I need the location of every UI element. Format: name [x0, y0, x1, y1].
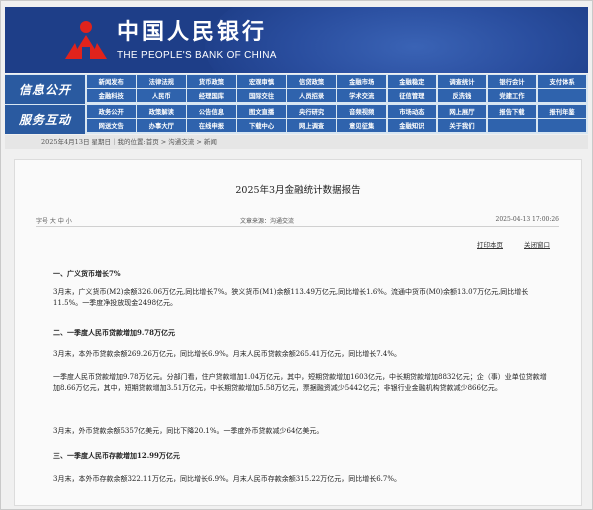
nav-grid-service: 政务公开 政策解读 公告信息 图文直播 央行研究 音频视频 市场动态 网上展厅 报告下载 报刊年鉴…	[87, 105, 588, 133]
nav-link[interactable]: 政务公开	[87, 105, 136, 118]
site-header-banner: 中国人民银行 THE PEOPLE'S BANK OF CHINA	[5, 7, 588, 73]
nav-row: 政务公开 政策解读 公告信息 图文直播 央行研究 音频视频 市场动态 网上展厅 报告下载 报刊年鉴	[87, 105, 588, 119]
nav-link[interactable]: 国际交往	[237, 89, 286, 102]
nav-link[interactable]: 办事大厅	[137, 119, 186, 132]
nav-link[interactable]: 公告信息	[187, 105, 236, 118]
nav-link[interactable]: 人民币	[137, 89, 186, 102]
print-page-link[interactable]: 打印本页	[477, 239, 503, 249]
nav-link[interactable]: 宏观审慎	[237, 75, 286, 88]
nav-link[interactable]: 银行会计	[487, 75, 537, 88]
section-heading: 三、一季度人民币存款增加12.99万亿元	[53, 451, 180, 460]
nav-empty-cell	[487, 119, 537, 132]
nav-link[interactable]: 报刊年鉴	[537, 105, 587, 118]
nav-link[interactable]: 下载中心	[237, 119, 286, 132]
nav-link[interactable]: 金融市场	[337, 75, 386, 88]
section-heading: 二、一季度人民币贷款增加9.78万亿元	[53, 328, 176, 337]
nav-link[interactable]: 音频视频	[337, 105, 386, 118]
nav-link[interactable]: 金融科技	[87, 89, 136, 102]
main-navigation: 信息公开 服务互动 新闻发布 法律法规 货币政策 宏观审慎 信贷政策 金融市场 金融稳定 调查…	[5, 74, 588, 134]
nav-link[interactable]: 意见征集	[337, 119, 386, 132]
article-paragraph: 3月末，本外币贷款余额269.26万亿元，同比增长6.9%。月末人民币贷款余额2…	[53, 350, 402, 358]
article-paragraph: 一季度人民币贷款增加9.78万亿元。分部门看，住户贷款增加1.04万亿元，其中，…	[53, 373, 547, 392]
article-source: 文章来源：沟通交流	[240, 218, 295, 225]
nav-link[interactable]: 人员招录	[287, 89, 336, 102]
breadcrumb-text[interactable]: 2025年4月13日 星期日｜我的位置:首页 > 沟通交流 > 新闻	[41, 138, 217, 146]
article-paragraph: 3月末，外币贷款余额5357亿美元，同比下降20.1%。一季度外币贷款减少64亿…	[53, 427, 324, 435]
nav-link[interactable]: 信贷政策	[287, 75, 336, 88]
article-meta: 字号 大 中 小 文章来源：沟通交流 2025-04-13 17:00:26	[36, 214, 559, 227]
nav-link[interactable]: 在线申报	[187, 119, 236, 132]
article-date: 2025-04-13 17:00:26	[495, 216, 559, 223]
nav-link[interactable]: 网上调查	[287, 119, 336, 132]
nav-link[interactable]: 关于我们	[437, 119, 487, 132]
nav-link[interactable]: 金融稳定	[387, 75, 437, 88]
article-paragraph: 3月末，本外币存款余额322.11万亿元，同比增长6.9%。月末人民币存款余额3…	[53, 475, 402, 483]
nav-row: 新闻发布 法律法规 货币政策 宏观审慎 信贷政策 金融市场 金融稳定 调查统计 银行会计 支付体系	[87, 75, 588, 89]
nav-link[interactable]: 党建工作	[487, 89, 537, 102]
nav-link[interactable]: 报告下载	[487, 105, 537, 118]
nav-section-service-label: 服务互动	[5, 105, 85, 134]
section-heading: 一、广义货币增长7%	[53, 269, 121, 278]
nav-link[interactable]: 金融知识	[387, 119, 437, 132]
article-title: 2025年3月金融统计数据报告	[235, 185, 361, 196]
nav-link[interactable]: 征信管理	[387, 89, 437, 102]
nav-link[interactable]: 经理国库	[187, 89, 236, 102]
nav-link[interactable]: 图文直播	[237, 105, 286, 118]
bank-name-chinese[interactable]: 中国人民银行	[117, 21, 267, 45]
nav-link[interactable]: 央行研究	[287, 105, 336, 118]
nav-empty-cell	[537, 89, 587, 102]
nav-link[interactable]: 调查统计	[437, 75, 487, 88]
close-window-link[interactable]: 关闭窗口	[524, 239, 550, 249]
pboc-emblem-icon[interactable]	[63, 19, 109, 63]
nav-section-info-label: 信息公开	[5, 75, 85, 104]
article-panel: 2025年3月金融统计数据报告 字号 大 中 小 文章来源：沟通交流 2025-…	[14, 159, 582, 506]
nav-grid-info: 新闻发布 法律法规 货币政策 宏观审慎 信贷政策 金融市场 金融稳定 调查统计 银行会计 支付体系…	[87, 75, 588, 103]
bank-name-english: THE PEOPLE'S BANK OF CHINA	[117, 50, 277, 61]
browser-page: 中国人民银行 THE PEOPLE'S BANK OF CHINA 信息公开 服…	[0, 0, 593, 510]
nav-link[interactable]: 政策解读	[137, 105, 186, 118]
nav-link[interactable]: 新闻发布	[87, 75, 136, 88]
breadcrumb: 2025年4月13日 星期日｜我的位置:首页 > 沟通交流 > 新闻	[5, 135, 588, 149]
nav-link[interactable]: 反洗钱	[437, 89, 487, 102]
font-size-selector[interactable]: 字号 大 中 小	[36, 216, 72, 225]
nav-link[interactable]: 网上展厅	[437, 105, 487, 118]
nav-link[interactable]: 学术交流	[337, 89, 386, 102]
nav-empty-cell	[537, 119, 587, 132]
nav-row: 金融科技 人民币 经理国库 国际交往 人员招录 学术交流 征信管理 反洗钱 党建工作	[87, 89, 588, 103]
nav-link[interactable]: 市场动态	[387, 105, 437, 118]
nav-link[interactable]: 支付体系	[537, 75, 587, 88]
nav-link[interactable]: 法律法规	[137, 75, 186, 88]
nav-row: 网送文告 办事大厅 在线申报 下载中心 网上调查 意见征集 金融知识 关于我们	[87, 119, 588, 133]
nav-link[interactable]: 货币政策	[187, 75, 236, 88]
article-paragraph: 3月末，广义货币(M2)余额326.06万亿元,同比增长7%。狭义货币(M1)余…	[53, 288, 529, 307]
nav-link[interactable]: 网送文告	[87, 119, 136, 132]
